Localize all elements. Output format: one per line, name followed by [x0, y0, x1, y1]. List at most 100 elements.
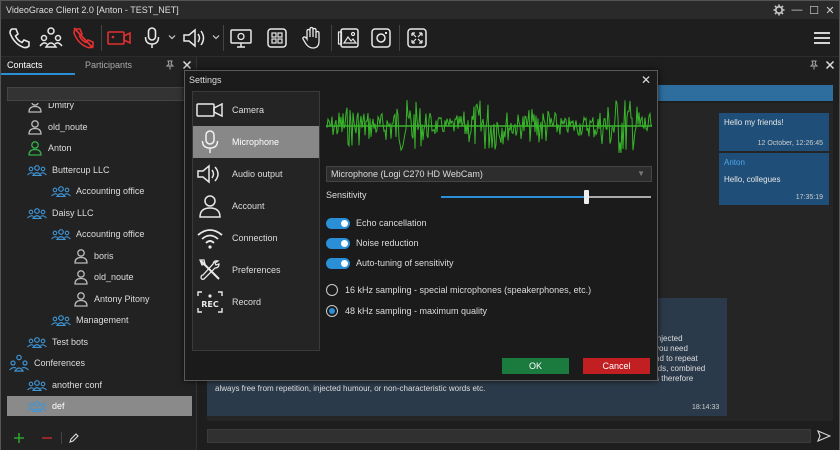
layout-icon[interactable] [262, 23, 292, 53]
contact-list-item[interactable]: old_noute [27, 117, 88, 137]
edit-icon[interactable] [68, 432, 80, 444]
chevron-down-icon[interactable] [212, 33, 220, 41]
window-title: VideoGrace Client 2.0 [Anton - TEST_NET] [6, 5, 179, 15]
contact-search[interactable] [7, 87, 192, 101]
contact-list-item[interactable]: Conferences [9, 353, 85, 373]
microphone-select-value: Microphone (Logi C270 HD WebCam) [331, 169, 483, 179]
chevron-down-icon[interactable] [168, 33, 176, 41]
user-online-icon [27, 140, 48, 156]
tab-participants[interactable]: Participants [79, 57, 138, 75]
contact-name: Conferences [34, 358, 86, 368]
nav-label: Audio output [232, 169, 283, 179]
message-text: Hello my friends! [724, 118, 784, 127]
noise-reduction-row: Noise reduction [326, 236, 419, 250]
pin-icon[interactable] [809, 60, 819, 70]
contact-list-item[interactable]: Accounting office [51, 224, 144, 244]
contact-list-item[interactable]: boris [73, 246, 114, 266]
fullscreen-icon[interactable] [402, 23, 432, 53]
contact-list-item[interactable]: another conf [27, 375, 102, 395]
sampling-48khz-row: 48 kHz sampling - maximum quality [326, 304, 487, 318]
microphone-select[interactable]: Microphone (Logi C270 HD WebCam) ▼ [326, 166, 652, 182]
message-author: Anton [724, 158, 745, 167]
user-icon [27, 103, 48, 113]
contact-list-item[interactable]: Test bots [27, 332, 88, 352]
chat-input[interactable] [207, 429, 811, 443]
nav-connection[interactable]: Connection [193, 222, 319, 254]
nav-audio-output[interactable]: Audio output [193, 158, 319, 190]
hangup-icon[interactable] [68, 23, 98, 53]
group-icon [51, 228, 76, 240]
message-text: always free from repetition, injected hu… [215, 384, 486, 393]
close-icon[interactable] [182, 60, 192, 70]
add-icon[interactable] [13, 432, 25, 444]
cancel-button[interactable]: Cancel [583, 358, 650, 374]
chat-message: Hello my friends! 12 October, 12:26:45 [719, 113, 829, 151]
group-icon [51, 185, 76, 197]
left-panel: Contacts Participants Dmitry old_noute Ant… [1, 57, 197, 450]
contact-name: Dmitry [48, 103, 74, 110]
contact-name: another conf [52, 379, 103, 390]
tools-icon [199, 259, 220, 280]
phone-icon[interactable] [4, 23, 34, 53]
nav-label: Connection [232, 233, 278, 243]
minimize-button[interactable]: — [789, 3, 805, 17]
echo-cancellation-toggle[interactable] [326, 217, 350, 229]
nav-account[interactable]: Account [193, 190, 319, 222]
contact-name: Anton [48, 143, 72, 153]
screen-share-icon[interactable] [226, 23, 256, 53]
nav-record[interactable]: REC Record [193, 286, 319, 318]
sensitivity-label: Sensitivity [326, 190, 367, 200]
message-text-fragments: injected you need nd to repeat rds, comb… [655, 334, 706, 383]
message-time: 12 October, 12:26:45 [757, 140, 823, 147]
raise-hand-icon[interactable] [297, 23, 327, 53]
gear-icon[interactable] [771, 3, 787, 17]
microphone-icon[interactable] [137, 23, 167, 53]
send-icon[interactable] [817, 429, 831, 443]
group-icon [27, 379, 52, 391]
user-icon [73, 248, 94, 264]
nav-preferences[interactable]: Preferences [193, 254, 319, 286]
gallery-icon[interactable] [334, 23, 364, 53]
contact-list-item[interactable]: Buttercup LLC [27, 160, 110, 180]
contact-name: Accounting office [76, 186, 145, 196]
camera-icon [196, 102, 223, 118]
ok-button[interactable]: OK [502, 358, 569, 374]
conference-icon [9, 354, 34, 372]
contact-list-item[interactable]: Antony Pitony [73, 289, 150, 309]
sampling-16khz-radio[interactable] [326, 284, 338, 296]
contact-list-item[interactable]: Dmitry [27, 103, 74, 115]
contact-list-item[interactable]: def [7, 396, 192, 416]
radio-label: 48 kHz sampling - maximum quality [345, 306, 488, 316]
camera-icon[interactable] [104, 23, 134, 53]
contact-list-item[interactable]: Daisy LLC [27, 203, 94, 223]
menu-icon[interactable] [807, 23, 837, 53]
toolbar [1, 19, 839, 57]
noise-reduction-toggle[interactable] [326, 237, 350, 249]
contact-list-item[interactable]: Anton [27, 138, 72, 158]
tab-contacts[interactable]: Contacts [1, 57, 75, 75]
nav-camera[interactable]: Camera [193, 94, 319, 126]
close-icon[interactable] [825, 60, 835, 70]
speaker-icon[interactable] [179, 23, 209, 53]
sensitivity-slider-fill [441, 196, 586, 198]
user-icon [73, 269, 94, 285]
remove-icon[interactable] [41, 432, 53, 444]
sensitivity-slider-thumb[interactable] [583, 190, 589, 204]
sensitivity-slider[interactable] [441, 190, 651, 204]
nav-label: Camera [232, 105, 265, 115]
maximize-button[interactable]: ☐ [806, 3, 822, 17]
contact-name: old_noute [48, 121, 88, 132]
close-button[interactable]: ✕ [822, 3, 838, 17]
group-icon [27, 400, 52, 412]
contact-list-item[interactable]: Accounting office [51, 181, 144, 201]
nav-microphone[interactable]: Microphone [193, 126, 319, 158]
contact-list-item[interactable]: old_noute [73, 267, 134, 287]
toggle-label: Auto-tuning of sensitivity [356, 258, 454, 268]
conference-icon[interactable] [36, 23, 66, 53]
dialog-close-button[interactable]: ✕ [641, 73, 651, 87]
record-icon[interactable] [366, 23, 396, 53]
auto-tuning-toggle[interactable] [326, 257, 350, 269]
sampling-48khz-radio[interactable] [326, 305, 338, 317]
pin-icon[interactable] [165, 60, 175, 70]
contact-list-item[interactable]: Management [51, 310, 129, 330]
